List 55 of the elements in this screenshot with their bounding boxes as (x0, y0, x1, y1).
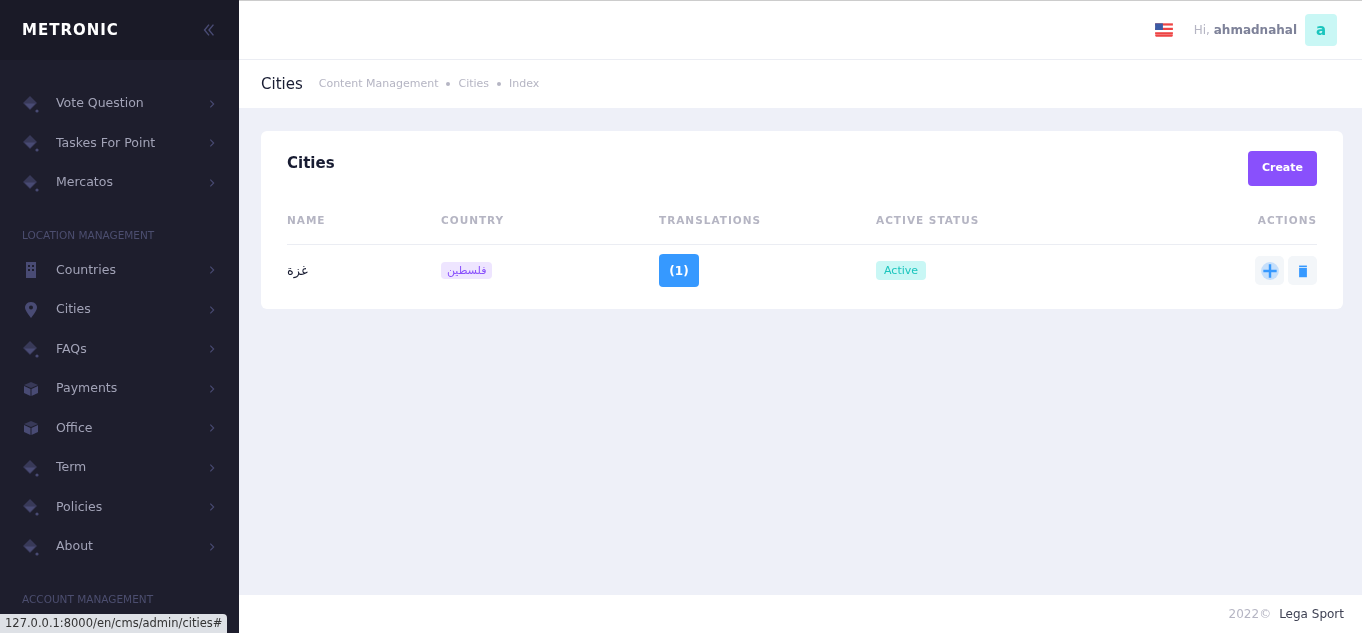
column-header: ACTIONS (1257, 212, 1317, 228)
sidebar-item[interactable]: Cities (0, 290, 239, 330)
column-header: TRANSLATIONS (659, 212, 763, 228)
sidebar-item[interactable]: Countries (0, 250, 239, 290)
box-icon (22, 419, 40, 438)
sidebar-item[interactable]: FAQs (0, 329, 239, 369)
sidebar-item[interactable]: Taskes For Point (0, 123, 239, 163)
copyright-year: 2022© (1228, 606, 1272, 623)
country-tag: فلسطين (441, 262, 493, 280)
page-title: Cities (261, 73, 303, 95)
chevron-icon (207, 502, 217, 513)
chevron-icon (207, 265, 217, 276)
droplet-icon (22, 537, 40, 556)
droplet-icon (22, 458, 40, 477)
sidebar-item[interactable]: Mercatos (0, 163, 239, 203)
sidebar-item[interactable]: Term (0, 448, 239, 488)
sidebar-item[interactable]: Payments (0, 369, 239, 409)
table-cell-text: غزة (287, 261, 309, 281)
droplet-icon (22, 94, 40, 113)
chevron-icon (207, 304, 217, 315)
create-button[interactable]: Create (1247, 151, 1317, 186)
droplet-icon (22, 173, 40, 192)
chevron-icon (207, 177, 217, 188)
droplet-icon (22, 498, 40, 517)
section-heading: ACCOUNT MANAGEMENT (21, 591, 155, 607)
brand-logo[interactable]: METRONIC (22, 18, 119, 42)
chevron-icon (207, 541, 217, 552)
delete-button[interactable] (1288, 256, 1317, 285)
chevron-icon (207, 383, 217, 394)
user-greeting[interactable]: Hi, ahmadnahal (1193, 21, 1297, 39)
section-heading: LOCATION MANAGEMENT (21, 227, 156, 243)
droplet-icon (22, 134, 40, 153)
chevron-icon (207, 423, 217, 434)
sidebar-item[interactable]: Office (0, 408, 239, 448)
column-header: NAME (287, 212, 327, 228)
column-header: ACTIVE STATUS (876, 212, 981, 228)
column-header: COUNTRY (441, 212, 506, 228)
collapse-icon (201, 22, 217, 38)
status-url: 127.0.0.1:8000/en/cms/admin/cities# (0, 613, 228, 633)
chevron-icon (207, 98, 217, 109)
status-badge: Active (876, 261, 927, 281)
map-pin-icon (22, 300, 40, 319)
sidebar-item[interactable]: About (0, 527, 239, 567)
footer-link[interactable]: Lega Sport (1279, 605, 1344, 623)
droplet-icon (22, 340, 40, 359)
sidebar-item[interactable]: Policies (0, 487, 239, 527)
chevron-icon (207, 344, 217, 355)
box-icon (22, 379, 40, 398)
flag-icon[interactable] (1153, 20, 1174, 40)
card-title: Cities (287, 153, 335, 174)
chevron-icon (207, 462, 217, 473)
chevron-icon (207, 138, 217, 149)
add-button[interactable] (1255, 256, 1284, 285)
sidebar-item[interactable]: Vote Question (0, 84, 239, 124)
plus-icon (1259, 260, 1280, 281)
